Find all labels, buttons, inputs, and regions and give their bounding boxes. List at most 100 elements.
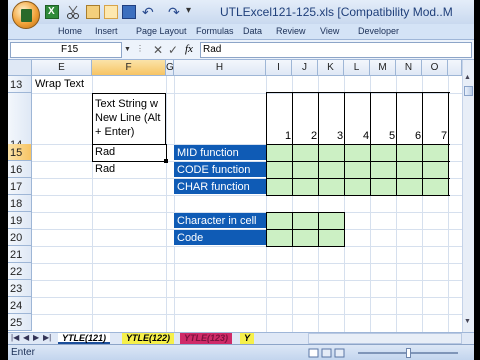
view-buttons[interactable] — [308, 348, 348, 358]
green-input-range[interactable] — [267, 179, 448, 195]
green-input-range[interactable] — [267, 145, 448, 161]
status-mode: Enter — [11, 347, 35, 358]
splitter-icon[interactable]: ⋮ — [136, 44, 144, 53]
last-sheet-icon[interactable]: ▶| — [43, 333, 51, 342]
zoom-slider-knob[interactable] — [406, 348, 411, 358]
undo-icon[interactable]: ↶ — [142, 5, 156, 19]
scroll-down-icon[interactable]: ▼ — [464, 318, 471, 325]
customize-toolbar-icon[interactable]: ▾ — [186, 5, 200, 19]
scissors-icon[interactable] — [66, 5, 80, 19]
column-header-n[interactable]: N — [396, 60, 422, 76]
next-sheet-icon[interactable]: ▶ — [33, 333, 39, 342]
tab-view[interactable]: View — [320, 26, 339, 36]
tab-home[interactable]: Home — [58, 26, 82, 36]
tab-page-layout[interactable]: Page Layout — [136, 26, 187, 36]
column-header-m[interactable]: M — [370, 60, 396, 76]
row-header-25[interactable]: 25 — [8, 314, 32, 331]
status-bar: Enter — [8, 344, 474, 360]
select-all-corner[interactable] — [8, 60, 32, 76]
redo-icon[interactable]: ↷ — [168, 5, 182, 19]
row-header-20[interactable]: 20 — [8, 229, 32, 246]
paste-icon[interactable] — [86, 5, 100, 19]
gridline — [32, 246, 462, 247]
column-header-k[interactable]: K — [318, 60, 344, 76]
tab-review[interactable]: Review — [276, 26, 306, 36]
column-header-l[interactable]: L — [344, 60, 370, 76]
excel-icon[interactable] — [45, 5, 59, 19]
excel-window: ↶ ↷ ▾ UTLExcel121-125.xls [Compatibility… — [8, 0, 474, 360]
column-header-next[interactable] — [448, 60, 462, 76]
label-character-in-cell: Character in cell — [174, 213, 266, 229]
excel-app: ↶ ↷ ▾ UTLExcel121-125.xls [Compatibility… — [0, 0, 480, 360]
sheet-tab-next[interactable]: Y — [240, 333, 255, 344]
cell-f14-wrapped[interactable]: Text String w New Line (Alt + Enter) — [92, 93, 166, 145]
row-header-15[interactable]: 15 — [8, 144, 32, 161]
table-border — [292, 212, 293, 246]
green-input-range[interactable] — [267, 230, 344, 246]
enter-check-icon[interactable]: ✓ — [168, 43, 178, 57]
tab-developer[interactable]: Developer — [358, 26, 399, 36]
gridline — [32, 280, 462, 281]
row-header-21[interactable]: 21 — [8, 246, 32, 263]
horizontal-scrollbar[interactable] — [308, 333, 462, 344]
green-input-range[interactable] — [267, 213, 344, 229]
cancel-icon[interactable]: ✕ — [153, 43, 163, 57]
column-header-j[interactable]: J — [292, 60, 318, 76]
office-button[interactable] — [12, 1, 40, 29]
table-border — [318, 144, 319, 195]
row-header-19[interactable]: 19 — [8, 212, 32, 229]
table-border — [266, 212, 267, 246]
tab-data[interactable]: Data — [243, 26, 262, 36]
formula-input[interactable]: Rad — [200, 42, 472, 58]
column-header-e[interactable]: E — [32, 60, 92, 76]
column-header-i[interactable]: I — [266, 60, 292, 76]
row-header-13[interactable]: 13 — [8, 76, 32, 93]
row-header-17[interactable]: 17 — [8, 178, 32, 195]
gridline — [32, 314, 462, 315]
table-border — [266, 212, 345, 213]
column-header-o[interactable]: O — [422, 60, 448, 76]
column-header-f[interactable]: F — [92, 60, 166, 76]
gridline — [166, 76, 167, 332]
table-border — [318, 212, 319, 246]
cell-number: 7 — [441, 130, 448, 142]
row-header-22[interactable]: 22 — [8, 263, 32, 280]
vertical-scrollbar[interactable]: ▲ ▼ — [462, 60, 474, 332]
ribbon-tabs: Home Insert Page Layout Formulas Data Re… — [8, 24, 474, 40]
column-header-h[interactable]: H — [174, 60, 266, 76]
name-box[interactable]: F15 — [10, 42, 122, 58]
insert-function-icon[interactable]: fx — [185, 43, 193, 55]
label-char-function: CHAR function — [174, 179, 266, 195]
worksheet-grid[interactable]: E F G H I J K L M N O 13 14 15 16 17 18 … — [8, 60, 474, 332]
row-header-23[interactable]: 23 — [8, 280, 32, 297]
green-input-range[interactable] — [267, 162, 448, 178]
tab-formulas[interactable]: Formulas — [196, 26, 234, 36]
sheet-tab-122[interactable]: YTLE(122) — [122, 333, 175, 344]
scroll-thumb[interactable] — [464, 86, 473, 96]
row-header-18[interactable]: 18 — [8, 195, 32, 212]
table-border — [292, 144, 293, 195]
row-header-24[interactable]: 24 — [8, 297, 32, 314]
prev-sheet-icon[interactable]: ◀ — [23, 333, 29, 342]
cell-e13: Wrap Text — [35, 78, 85, 90]
cell-number: 1 — [285, 130, 292, 142]
sheet-tab-121[interactable]: YTLE(121) — [58, 333, 111, 344]
cell-f16: Rad — [95, 163, 116, 175]
name-box-dropdown-icon[interactable]: ▼ — [124, 46, 131, 53]
fill-handle[interactable] — [164, 159, 168, 163]
format-painter-icon[interactable] — [104, 5, 118, 19]
save-icon[interactable] — [122, 5, 136, 19]
column-header-g[interactable]: G — [166, 60, 174, 76]
row-header-16[interactable]: 16 — [8, 161, 32, 178]
label-code-function: CODE function — [174, 162, 266, 178]
cell-number: 2 — [311, 130, 318, 142]
sheet-tab-123[interactable]: YTLE(123) — [180, 333, 233, 344]
scroll-up-icon[interactable]: ▲ — [464, 74, 471, 81]
office-logo-icon — [21, 9, 32, 22]
gridline — [174, 76, 175, 332]
table-border — [266, 246, 345, 247]
first-sheet-icon[interactable]: |◀ — [11, 333, 19, 342]
tab-insert[interactable]: Insert — [95, 26, 118, 36]
gridline — [32, 297, 462, 298]
formula-bar: F15 ▼ ⋮ ✕ ✓ fx Rad — [8, 40, 474, 60]
